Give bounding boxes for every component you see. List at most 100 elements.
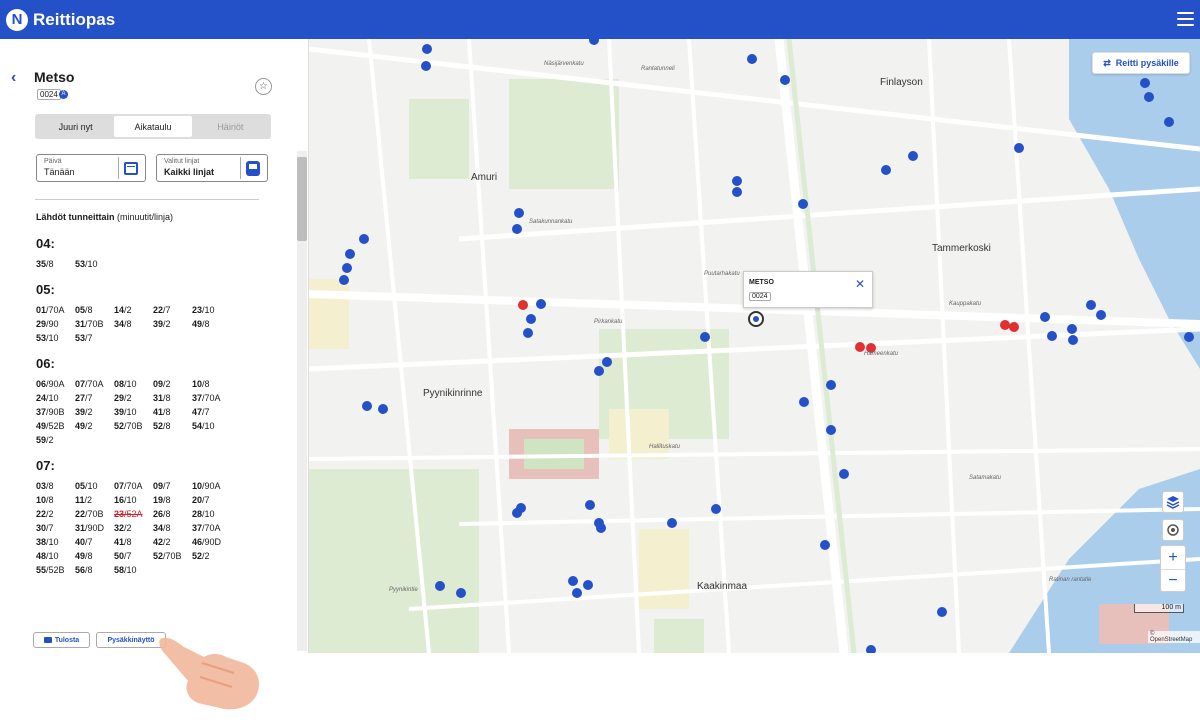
locate-icon (1167, 524, 1179, 536)
stop-code: 0024 (37, 89, 61, 100)
departure: 22/70B (75, 509, 104, 519)
departure: 37/70A (192, 393, 221, 403)
stop-display-label: Pysäkkinäyttö (107, 636, 155, 644)
tab-disruptions[interactable]: Häiriöt (192, 116, 269, 137)
departure: 16/10 (114, 495, 137, 505)
route-to-stop-button[interactable]: ⇄ Reitti pysäkille (1092, 52, 1190, 74)
departure: 30/7 (36, 523, 54, 533)
departure: 05/10 (75, 481, 98, 491)
area-label-finlayson: Finlayson (880, 77, 923, 88)
favorite-star-icon[interactable]: ☆ (255, 78, 272, 95)
departure: 07/70A (75, 379, 104, 389)
departure: 10/8 (36, 495, 54, 505)
printer-icon (43, 637, 52, 643)
departures-title: Lähdöt tunneittain (minuutit/linja) (36, 212, 174, 222)
departure: 08/10 (114, 379, 137, 389)
layers-button[interactable] (1162, 491, 1184, 513)
close-icon[interactable]: ✕ (855, 277, 865, 291)
departure: 05/8 (75, 305, 93, 315)
departure: 49/52B (36, 421, 65, 431)
departure: 53/10 (36, 333, 59, 343)
departure: 31/90D (75, 523, 105, 533)
departure: 37/90B (36, 407, 65, 417)
print-button[interactable]: Tulosta (33, 632, 90, 648)
street-label: Puutarhakatu (704, 271, 740, 277)
menu-icon[interactable] (1177, 12, 1194, 26)
view-tabs: Juuri nyt Aikataulu Häiriöt (35, 114, 271, 139)
departure: 39/2 (75, 407, 93, 417)
street-label: Ratinan rantatie (1049, 577, 1092, 583)
street-label: Kauppakatu (949, 301, 982, 307)
print-label: Tulosta (54, 636, 80, 644)
departure: 26/8 (153, 509, 171, 519)
street-label: Hallituskatu (649, 444, 681, 450)
hour-heading: 04: (36, 236, 55, 251)
departure: 23/10 (192, 305, 215, 315)
street-label: Pyynikintie (389, 587, 418, 593)
departure: 31/8 (153, 393, 171, 403)
map-canvas[interactable] (309, 39, 1200, 653)
departure: 56/8 (75, 565, 93, 575)
departure: 41/8 (114, 537, 132, 547)
popup-title: METSO (749, 279, 774, 286)
pointing-hand-icon (159, 637, 260, 710)
tab-timetable[interactable]: Aikataulu (114, 116, 192, 137)
stop-display-button[interactable]: Pysäkkinäyttö (96, 632, 166, 648)
street-label: Hämeenkatu (864, 351, 899, 357)
hour-heading: 05: (36, 282, 55, 297)
locate-button[interactable] (1162, 519, 1184, 541)
departure: 14/2 (114, 305, 132, 315)
departure-grid: 01/70A 05/8 14/2 22/7 23/10 29/90 31/70B 34/8 39… (36, 305, 266, 343)
zoom-controls: + − (1160, 545, 1186, 592)
lines-select[interactable]: Valitut linjat Kaikki linjat (156, 154, 268, 182)
departure: 29/90 (36, 319, 59, 329)
departure: 52/2 (192, 551, 210, 561)
departure: 03/8 (36, 481, 54, 491)
departure-grid: 06/90A 07/70A 08/10 09/2 10/8 24/10 27/7 29/2 31… (36, 379, 266, 445)
departure: 52/8 (153, 421, 171, 431)
street-label: Pirkankatu (594, 319, 623, 325)
tab-now[interactable]: Juuri nyt (37, 116, 114, 137)
departure: 59/2 (36, 435, 54, 445)
street-label: Satakunnankatu (529, 219, 573, 225)
departure: 49/2 (75, 421, 93, 431)
departure: 28/10 (192, 509, 215, 519)
divider (35, 199, 259, 200)
departure: 27/7 (75, 393, 93, 403)
departure: 41/8 (153, 407, 171, 417)
calendar-button[interactable] (118, 157, 143, 179)
departure: 42/2 (153, 537, 171, 547)
departure: 49/8 (192, 319, 210, 329)
departure: 55/52B (36, 565, 65, 575)
zoom-out-button[interactable]: − (1161, 569, 1185, 592)
logo-icon[interactable]: N (6, 8, 28, 31)
street-label: Satamakatu (969, 475, 1002, 481)
stop-popup: METSO 0024 ✕ (743, 271, 873, 308)
back-icon[interactable]: ‹ (11, 69, 16, 87)
departure: 19/8 (153, 495, 171, 505)
departure: 35/8 (36, 259, 54, 269)
day-select[interactable]: Päivä Tänään (36, 154, 146, 182)
departure: 58/10 (114, 565, 137, 575)
departure: 22/2 (36, 509, 54, 519)
top-bar: N Reittiopas (0, 0, 1200, 39)
departure: 01/70A (36, 305, 65, 315)
map[interactable]: Amuri Finlayson Tammerkoski Pyynikinrinn… (309, 39, 1200, 653)
departure: 49/8 (75, 551, 93, 561)
stop-name: Metso (34, 69, 75, 85)
hour-heading: 07: (36, 458, 55, 473)
departure: 50/7 (114, 551, 132, 561)
map-attribution[interactable]: © OpenStreetMap (1148, 631, 1200, 643)
departure: 47/7 (192, 407, 210, 417)
bus-icon (246, 160, 260, 176)
departure: 22/7 (153, 305, 171, 315)
departure: 06/90A (36, 379, 65, 389)
bus-filter-button[interactable] (240, 157, 265, 179)
app-title[interactable]: Reittiopas (33, 10, 115, 30)
zoom-in-button[interactable]: + (1161, 546, 1185, 569)
departure-cancelled: 23/52A (114, 509, 143, 519)
departure: 07/70A (114, 481, 143, 491)
scrollbar-thumb[interactable] (297, 157, 307, 241)
departure: 09/7 (153, 481, 171, 491)
street-label: Rantatunneli (641, 66, 675, 72)
